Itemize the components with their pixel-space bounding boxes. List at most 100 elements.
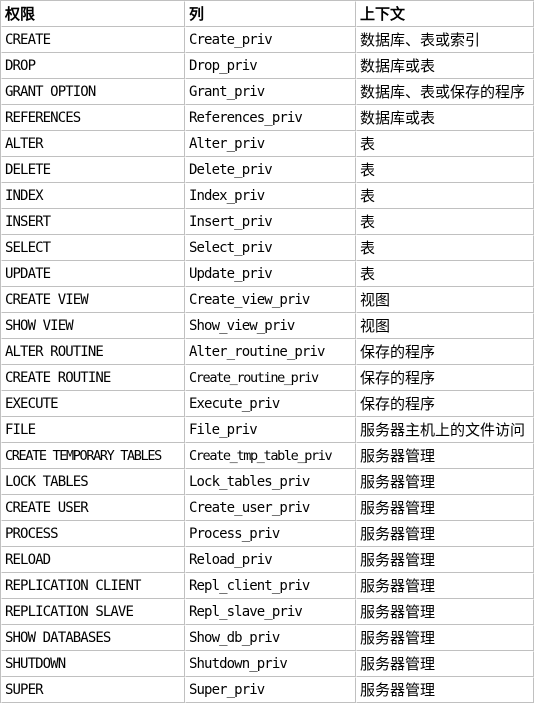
cell-privilege: RELOAD	[1, 547, 185, 573]
cell-context: 服务器管理	[356, 677, 534, 703]
cell-context-text: 表	[360, 134, 376, 153]
cell-column-text: Repl_client_priv	[189, 578, 310, 594]
cell-privilege: CREATE TEMPORARY TABLES	[1, 443, 185, 469]
cell-privilege: DELETE	[1, 157, 185, 183]
cell-privilege-text: FILE	[5, 422, 36, 438]
cell-privilege: PROCESS	[1, 521, 185, 547]
cell-context: 表	[356, 183, 534, 209]
cell-column-text: Create_priv	[189, 32, 273, 48]
cell-context-text: 数据库、表或保存的程序	[360, 82, 526, 101]
table-row: PROCESS Process_priv 服务器管理	[1, 521, 534, 547]
cell-column: Index_priv	[185, 183, 356, 209]
cell-privilege: LOCK TABLES	[1, 469, 185, 495]
column-header-column: 列	[185, 1, 356, 27]
table-row: CREATE Create_priv 数据库、表或索引	[1, 27, 534, 53]
cell-privilege-text: ALTER	[5, 136, 44, 152]
cell-column: Process_priv	[185, 521, 356, 547]
table-row: FILE File_priv 服务器主机上的文件访问	[1, 417, 534, 443]
cell-column-text: Create_routine_priv	[189, 370, 319, 386]
cell-privilege-text: SUPER	[5, 682, 44, 698]
cell-privilege: SHOW DATABASES	[1, 625, 185, 651]
cell-context: 服务器管理	[356, 625, 534, 651]
cell-context: 服务器主机上的文件访问	[356, 417, 534, 443]
cell-context: 服务器管理	[356, 547, 534, 573]
cell-privilege: INDEX	[1, 183, 185, 209]
cell-column-text: Lock_tables_priv	[189, 474, 310, 490]
cell-privilege-text: GRANT OPTION	[5, 84, 96, 100]
table-row: ALTER Alter_priv 表	[1, 131, 534, 157]
cell-privilege: CREATE VIEW	[1, 287, 185, 313]
cell-context-text: 视图	[360, 316, 391, 335]
cell-context: 表	[356, 157, 534, 183]
table-row: SELECT Select_priv 表	[1, 235, 534, 261]
cell-privilege-text: ALTER ROUTINE	[5, 344, 104, 360]
cell-privilege-text: CREATE TEMPORARY TABLES	[5, 448, 162, 464]
cell-privilege: EXECUTE	[1, 391, 185, 417]
cell-column: Repl_slave_priv	[185, 599, 356, 625]
cell-privilege: GRANT OPTION	[1, 79, 185, 105]
cell-context: 服务器管理	[356, 495, 534, 521]
cell-privilege: REFERENCES	[1, 105, 185, 131]
cell-privilege-text: INDEX	[5, 188, 44, 204]
cell-privilege: CREATE ROUTINE	[1, 365, 185, 391]
table-row: LOCK TABLES Lock_tables_priv 服务器管理	[1, 469, 534, 495]
table-row: SUPER Super_priv 服务器管理	[1, 677, 534, 703]
table-row: SHOW VIEW Show_view_priv 视图	[1, 313, 534, 339]
cell-column-text: Create_user_priv	[189, 500, 310, 516]
cell-context: 保存的程序	[356, 391, 534, 417]
table-row: ALTER ROUTINE Alter_routine_priv 保存的程序	[1, 339, 534, 365]
cell-column-text: Process_priv	[189, 526, 280, 542]
cell-context-text: 服务器管理	[360, 550, 436, 569]
cell-column-text: Alter_routine_priv	[189, 344, 325, 360]
column-header-privilege-label: 权限	[5, 4, 36, 23]
cell-column-text: Grant_priv	[189, 84, 265, 100]
cell-column: Create_user_priv	[185, 495, 356, 521]
cell-context: 服务器管理	[356, 521, 534, 547]
cell-column-text: Alter_priv	[189, 136, 265, 152]
cell-context: 表	[356, 235, 534, 261]
cell-privilege-text: SHOW VIEW	[5, 318, 74, 334]
cell-privilege-text: SHOW DATABASES	[5, 630, 111, 646]
cell-column: Show_view_priv	[185, 313, 356, 339]
cell-privilege: UPDATE	[1, 261, 185, 287]
cell-privilege-text: UPDATE	[5, 266, 51, 282]
cell-column: Shutdown_priv	[185, 651, 356, 677]
column-header-context: 上下文	[356, 1, 534, 27]
cell-column-text: Select_priv	[189, 240, 273, 256]
cell-column-text: Create_view_priv	[189, 292, 310, 308]
table-row: RELOAD Reload_priv 服务器管理	[1, 547, 534, 573]
cell-column: Create_view_priv	[185, 287, 356, 313]
cell-context: 视图	[356, 287, 534, 313]
cell-column: Select_priv	[185, 235, 356, 261]
cell-privilege: SHOW VIEW	[1, 313, 185, 339]
table-row: CREATE ROUTINE Create_routine_priv 保存的程序	[1, 365, 534, 391]
cell-context-text: 表	[360, 264, 376, 283]
cell-column-text: Super_priv	[189, 682, 265, 698]
cell-column-text: Show_view_priv	[189, 318, 295, 334]
cell-context: 表	[356, 209, 534, 235]
table-row: DROP Drop_priv 数据库或表	[1, 53, 534, 79]
cell-context-text: 服务器管理	[360, 524, 436, 543]
cell-context: 表	[356, 261, 534, 287]
cell-privilege-text: SELECT	[5, 240, 51, 256]
cell-column-text: Drop_priv	[189, 58, 258, 74]
cell-context-text: 保存的程序	[360, 368, 436, 387]
cell-column-text: Repl_slave_priv	[189, 604, 303, 620]
cell-context-text: 数据库、表或索引	[360, 30, 481, 49]
cell-column-text: Index_priv	[189, 188, 265, 204]
table-row: REPLICATION SLAVE Repl_slave_priv 服务器管理	[1, 599, 534, 625]
cell-column: Update_priv	[185, 261, 356, 287]
cell-context-text: 表	[360, 186, 376, 205]
cell-column-text: Execute_priv	[189, 396, 280, 412]
cell-context-text: 保存的程序	[360, 342, 436, 361]
cell-privilege-text: INSERT	[5, 214, 51, 230]
cell-column-text: Create_tmp_table_priv	[189, 448, 333, 464]
cell-column: Execute_priv	[185, 391, 356, 417]
cell-context-text: 服务器管理	[360, 654, 436, 673]
cell-privilege: ALTER	[1, 131, 185, 157]
cell-privilege-text: CREATE ROUTINE	[5, 370, 111, 386]
cell-context-text: 数据库或表	[360, 108, 436, 127]
cell-privilege: SHUTDOWN	[1, 651, 185, 677]
cell-privilege: REPLICATION SLAVE	[1, 599, 185, 625]
table-header: 权限 列 上下文	[1, 1, 534, 27]
